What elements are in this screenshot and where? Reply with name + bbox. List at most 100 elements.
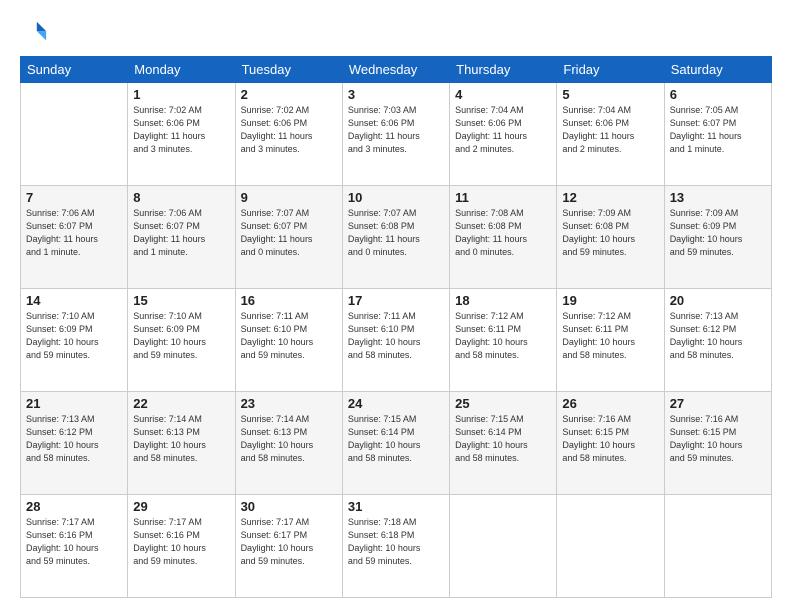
calendar-cell: 21 Sunrise: 7:13 AM Sunset: 6:12 PM Dayli… (21, 392, 128, 495)
calendar-cell: 14 Sunrise: 7:10 AM Sunset: 6:09 PM Dayli… (21, 289, 128, 392)
logo-icon (20, 18, 48, 46)
calendar-cell: 24Sunrise: 7:15 AM Sunset: 6:14 PM Dayli… (342, 392, 449, 495)
day-number: 30 (241, 499, 337, 514)
day-info: Sunrise: 7:09 AM Sunset: 6:09 PM Dayligh… (670, 207, 766, 259)
calendar-cell (664, 495, 771, 598)
day-info: Sunrise: 7:05 AM Sunset: 6:07 PM Dayligh… (670, 104, 766, 156)
day-number: 31 (348, 499, 444, 514)
weekday-header-thursday: Thursday (450, 57, 557, 83)
calendar-cell: 25 Sunrise: 7:15 AM Sunset: 6:14 PM Dayli… (450, 392, 557, 495)
calendar-cell: 10 Sunrise: 7:07 AM Sunset: 6:08 PM Dayli… (342, 186, 449, 289)
calendar-cell: 2 Sunrise: 7:02 AM Sunset: 6:06 PM Daylig… (235, 83, 342, 186)
day-number: 19 (562, 293, 658, 308)
day-info: Sunrise: 7:17 AM Sunset: 6:17 PM Dayligh… (241, 516, 337, 568)
day-number: 11 (455, 190, 551, 205)
day-number: 5 (562, 87, 658, 102)
weekday-header-friday: Friday (557, 57, 664, 83)
calendar-cell: 15 Sunrise: 7:10 AM Sunset: 6:09 PM Dayli… (128, 289, 235, 392)
weekday-header-monday: Monday (128, 57, 235, 83)
calendar-cell: 27 Sunrise: 7:16 AM Sunset: 6:15 PM Dayli… (664, 392, 771, 495)
calendar-week-3: 14 Sunrise: 7:10 AM Sunset: 6:09 PM Dayli… (21, 289, 772, 392)
day-info: Sunrise: 7:13 AM Sunset: 6:12 PM Dayligh… (26, 413, 122, 465)
day-info: Sunrise: 7:17 AM Sunset: 6:16 PM Dayligh… (133, 516, 229, 568)
day-info: Sunrise: 7:13 AM Sunset: 6:12 PM Dayligh… (670, 310, 766, 362)
day-number: 22 (133, 396, 229, 411)
calendar-cell: 1 Sunrise: 7:02 AM Sunset: 6:06 PM Daylig… (128, 83, 235, 186)
calendar-week-5: 28 Sunrise: 7:17 AM Sunset: 6:16 PM Dayli… (21, 495, 772, 598)
weekday-header-saturday: Saturday (664, 57, 771, 83)
day-number: 25 (455, 396, 551, 411)
weekday-header-sunday: Sunday (21, 57, 128, 83)
day-info: Sunrise: 7:18 AM Sunset: 6:18 PM Dayligh… (348, 516, 444, 568)
day-number: 26 (562, 396, 658, 411)
day-info: Sunrise: 7:07 AM Sunset: 6:08 PM Dayligh… (348, 207, 444, 259)
calendar-cell: 12 Sunrise: 7:09 AM Sunset: 6:08 PM Dayli… (557, 186, 664, 289)
day-number: 2 (241, 87, 337, 102)
calendar-cell (557, 495, 664, 598)
calendar-cell: 13 Sunrise: 7:09 AM Sunset: 6:09 PM Dayli… (664, 186, 771, 289)
day-info: Sunrise: 7:10 AM Sunset: 6:09 PM Dayligh… (26, 310, 122, 362)
day-number: 9 (241, 190, 337, 205)
day-info: Sunrise: 7:06 AM Sunset: 6:07 PM Dayligh… (133, 207, 229, 259)
day-info: Sunrise: 7:17 AM Sunset: 6:16 PM Dayligh… (26, 516, 122, 568)
day-number: 23 (241, 396, 337, 411)
day-number: 10 (348, 190, 444, 205)
calendar-cell: 9 Sunrise: 7:07 AM Sunset: 6:07 PM Daylig… (235, 186, 342, 289)
logo (20, 18, 52, 46)
calendar-cell: 23 Sunrise: 7:14 AM Sunset: 6:13 PM Dayli… (235, 392, 342, 495)
calendar-week-2: 7 Sunrise: 7:06 AM Sunset: 6:07 PM Daylig… (21, 186, 772, 289)
weekday-header-tuesday: Tuesday (235, 57, 342, 83)
day-number: 7 (26, 190, 122, 205)
calendar-cell: 22 Sunrise: 7:14 AM Sunset: 6:13 PM Dayli… (128, 392, 235, 495)
day-number: 12 (562, 190, 658, 205)
day-number: 13 (670, 190, 766, 205)
calendar-table: SundayMondayTuesdayWednesdayThursdayFrid… (20, 56, 772, 598)
weekday-header-row: SundayMondayTuesdayWednesdayThursdayFrid… (21, 57, 772, 83)
calendar-cell: 17Sunrise: 7:11 AM Sunset: 6:10 PM Dayli… (342, 289, 449, 392)
day-info: Sunrise: 7:16 AM Sunset: 6:15 PM Dayligh… (670, 413, 766, 465)
calendar-cell (21, 83, 128, 186)
weekday-header-wednesday: Wednesday (342, 57, 449, 83)
calendar-cell (450, 495, 557, 598)
calendar-cell: 31 Sunrise: 7:18 AM Sunset: 6:18 PM Dayli… (342, 495, 449, 598)
day-info: Sunrise: 7:02 AM Sunset: 6:06 PM Dayligh… (133, 104, 229, 156)
day-info: Sunrise: 7:15 AM Sunset: 6:14 PM Dayligh… (455, 413, 551, 465)
calendar-cell: 7Sunrise: 7:06 AM Sunset: 6:07 PM Daylig… (21, 186, 128, 289)
calendar-cell: 6 Sunrise: 7:05 AM Sunset: 6:07 PM Daylig… (664, 83, 771, 186)
calendar-cell: 11Sunrise: 7:08 AM Sunset: 6:08 PM Dayli… (450, 186, 557, 289)
day-info: Sunrise: 7:15 AM Sunset: 6:14 PM Dayligh… (348, 413, 444, 465)
day-number: 27 (670, 396, 766, 411)
day-info: Sunrise: 7:02 AM Sunset: 6:06 PM Dayligh… (241, 104, 337, 156)
calendar-cell: 4 Sunrise: 7:04 AM Sunset: 6:06 PM Daylig… (450, 83, 557, 186)
day-number: 4 (455, 87, 551, 102)
day-number: 1 (133, 87, 229, 102)
day-number: 15 (133, 293, 229, 308)
calendar-cell: 26Sunrise: 7:16 AM Sunset: 6:15 PM Dayli… (557, 392, 664, 495)
calendar-cell: 16 Sunrise: 7:11 AM Sunset: 6:10 PM Dayli… (235, 289, 342, 392)
day-number: 18 (455, 293, 551, 308)
day-info: Sunrise: 7:10 AM Sunset: 6:09 PM Dayligh… (133, 310, 229, 362)
page: SundayMondayTuesdayWednesdayThursdayFrid… (0, 0, 792, 612)
day-number: 20 (670, 293, 766, 308)
calendar-cell: 29Sunrise: 7:17 AM Sunset: 6:16 PM Dayli… (128, 495, 235, 598)
day-info: Sunrise: 7:07 AM Sunset: 6:07 PM Dayligh… (241, 207, 337, 259)
day-info: Sunrise: 7:11 AM Sunset: 6:10 PM Dayligh… (241, 310, 337, 362)
day-number: 3 (348, 87, 444, 102)
day-info: Sunrise: 7:09 AM Sunset: 6:08 PM Dayligh… (562, 207, 658, 259)
day-info: Sunrise: 7:12 AM Sunset: 6:11 PM Dayligh… (562, 310, 658, 362)
day-number: 28 (26, 499, 122, 514)
calendar-cell: 20 Sunrise: 7:13 AM Sunset: 6:12 PM Dayli… (664, 289, 771, 392)
day-info: Sunrise: 7:04 AM Sunset: 6:06 PM Dayligh… (455, 104, 551, 156)
day-number: 6 (670, 87, 766, 102)
calendar-cell: 5Sunrise: 7:04 AM Sunset: 6:06 PM Daylig… (557, 83, 664, 186)
day-info: Sunrise: 7:12 AM Sunset: 6:11 PM Dayligh… (455, 310, 551, 362)
day-number: 16 (241, 293, 337, 308)
day-number: 21 (26, 396, 122, 411)
header (20, 18, 772, 46)
day-info: Sunrise: 7:14 AM Sunset: 6:13 PM Dayligh… (133, 413, 229, 465)
day-info: Sunrise: 7:14 AM Sunset: 6:13 PM Dayligh… (241, 413, 337, 465)
day-number: 8 (133, 190, 229, 205)
calendar-week-4: 21 Sunrise: 7:13 AM Sunset: 6:12 PM Dayli… (21, 392, 772, 495)
day-number: 14 (26, 293, 122, 308)
calendar-cell: 30 Sunrise: 7:17 AM Sunset: 6:17 PM Dayli… (235, 495, 342, 598)
